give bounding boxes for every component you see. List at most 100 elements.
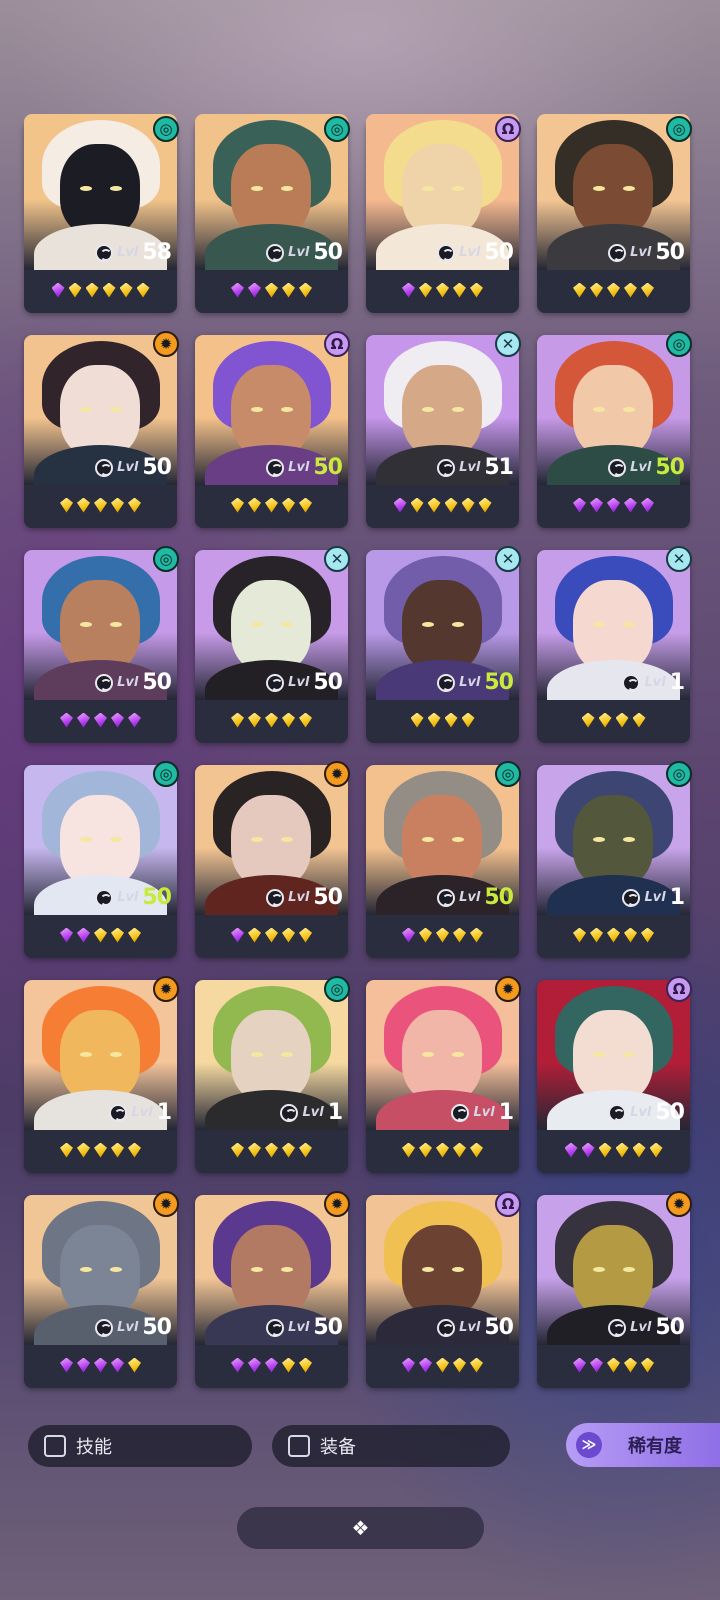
- hero-card[interactable]: ✹ Lvl 50: [537, 1191, 692, 1388]
- purple-gem-icon: [128, 712, 141, 728]
- level-row: Lvl 50: [437, 670, 514, 695]
- upgrade-icon: [266, 888, 285, 907]
- hero-card[interactable]: Ω Lvl 50: [537, 976, 692, 1173]
- gold-gem-icon: [282, 927, 295, 943]
- level-prefix: Lvl: [473, 1105, 495, 1120]
- gold-gem-icon: [419, 927, 432, 943]
- purple-gem-icon: [77, 1357, 90, 1373]
- rarity-gems: [195, 1347, 348, 1383]
- level-prefix: Lvl: [630, 245, 652, 260]
- level-row: Lvl 50: [95, 885, 172, 910]
- purple-gem-icon: [77, 927, 90, 943]
- hero-card[interactable]: ✹ Lvl 1: [366, 976, 521, 1173]
- gold-gem-icon: [598, 712, 612, 728]
- rarity-gems: [195, 702, 348, 738]
- gold-gem-icon: [94, 927, 107, 943]
- hero-card[interactable]: ◎ Lvl 50: [537, 114, 692, 313]
- hero-card[interactable]: ✕ Lvl 50: [195, 546, 350, 743]
- level-number: 51: [484, 455, 514, 480]
- hero-card[interactable]: ✕ Lvl 50: [366, 546, 521, 743]
- swirl-faction-icon: ◎: [153, 761, 179, 787]
- purple-gem-icon: [402, 282, 415, 298]
- gold-gem-icon: [282, 1357, 295, 1373]
- hero-card[interactable]: ✹ Lvl 50: [195, 761, 350, 958]
- equipment-checkbox[interactable]: [288, 1435, 310, 1457]
- gold-gem-icon: [427, 497, 441, 513]
- gold-gem-icon: [419, 1142, 432, 1158]
- gold-gem-icon: [590, 927, 603, 943]
- level-number: 50: [484, 670, 514, 695]
- hero-card[interactable]: ◎ Lvl 50: [24, 546, 179, 743]
- purple-gem-icon: [590, 1357, 603, 1373]
- swirl-faction-icon: ◎: [666, 331, 692, 357]
- hero-card[interactable]: ◎ Lvl 1: [537, 761, 692, 958]
- rarity-gems: [537, 1347, 690, 1383]
- gold-gem-icon: [299, 927, 312, 943]
- upgrade-icon: [451, 1103, 470, 1122]
- rarity-gems: [366, 1347, 519, 1383]
- rarity-gems: [537, 702, 690, 738]
- hero-card[interactable]: ◎ Lvl 58: [24, 114, 179, 313]
- gold-gem-icon: [444, 712, 458, 728]
- hero-card[interactable]: ◎ Lvl 50: [366, 761, 521, 958]
- purple-gem-icon: [60, 1357, 73, 1373]
- hero-card[interactable]: ◎ Lvl 1: [195, 976, 350, 1173]
- gold-gem-icon: [265, 927, 278, 943]
- gold-gem-icon: [453, 927, 466, 943]
- gold-gem-icon: [624, 927, 637, 943]
- level-row: Lvl 50: [266, 240, 343, 265]
- level-prefix: Lvl: [117, 245, 139, 260]
- hero-card[interactable]: ✕ Lvl 1: [537, 546, 692, 743]
- hero-card[interactable]: ✹ Lvl 50: [24, 1191, 179, 1388]
- purple-gem-icon: [231, 282, 244, 298]
- gold-gem-icon: [461, 712, 475, 728]
- upgrade-icon: [437, 458, 456, 477]
- skill-filter[interactable]: 技能: [28, 1425, 252, 1467]
- level-row: Lvl 51: [437, 455, 514, 480]
- rarity-gems: [24, 1132, 177, 1168]
- level-row: Lvl 50: [608, 1100, 685, 1125]
- hero-card[interactable]: ◎ Lvl 50: [195, 114, 350, 313]
- hero-card[interactable]: ✕ Lvl 51: [366, 331, 521, 528]
- rarity-sort-button[interactable]: ≫ 稀有度: [566, 1423, 720, 1467]
- level-prefix: Lvl: [644, 890, 666, 905]
- hero-card[interactable]: ✹ Lvl 50: [195, 1191, 350, 1388]
- hero-card[interactable]: ✹ Lvl 50: [24, 331, 179, 528]
- gold-gem-icon: [128, 927, 141, 943]
- sun-faction-icon: ✹: [153, 976, 179, 1002]
- cross-faction-icon: ✕: [495, 546, 521, 572]
- skill-checkbox[interactable]: [44, 1435, 66, 1457]
- hero-card[interactable]: ◎ Lvl 50: [24, 761, 179, 958]
- level-prefix: Lvl: [630, 1320, 652, 1335]
- hero-card[interactable]: Ω Lvl 50: [366, 114, 521, 313]
- gold-gem-icon: [598, 1142, 612, 1158]
- gold-gem-icon: [60, 1142, 73, 1158]
- gold-gem-icon: [581, 712, 595, 728]
- gold-gem-icon: [419, 282, 432, 298]
- hero-card[interactable]: ◎ Lvl 50: [537, 331, 692, 528]
- gold-gem-icon: [444, 497, 458, 513]
- collapse-button[interactable]: ❖: [237, 1507, 484, 1549]
- gold-gem-icon: [436, 1357, 449, 1373]
- level-prefix: Lvl: [117, 675, 139, 690]
- gold-gem-icon: [607, 927, 620, 943]
- level-number: 50: [484, 885, 514, 910]
- hero-card[interactable]: ✹ Lvl 1: [24, 976, 179, 1173]
- purple-gem-icon: [624, 497, 637, 513]
- purple-gem-icon: [419, 1357, 432, 1373]
- hero-card[interactable]: Ω Lvl 50: [195, 331, 350, 528]
- rarity-gems: [537, 1132, 690, 1168]
- level-row: Lvl 50: [95, 670, 172, 695]
- level-row: Lvl 50: [437, 1315, 514, 1340]
- gold-gem-icon: [453, 1142, 466, 1158]
- equipment-filter[interactable]: 装备: [272, 1425, 510, 1467]
- rarity-gems: [24, 1347, 177, 1383]
- omega-faction-icon: Ω: [324, 331, 350, 357]
- level-row: Lvl 50: [608, 240, 685, 265]
- rarity-gems: [537, 917, 690, 953]
- level-number: 50: [142, 455, 172, 480]
- hero-card[interactable]: Ω Lvl 50: [366, 1191, 521, 1388]
- purple-gem-icon: [607, 497, 620, 513]
- upgrade-icon: [109, 1103, 128, 1122]
- gold-gem-icon: [94, 497, 107, 513]
